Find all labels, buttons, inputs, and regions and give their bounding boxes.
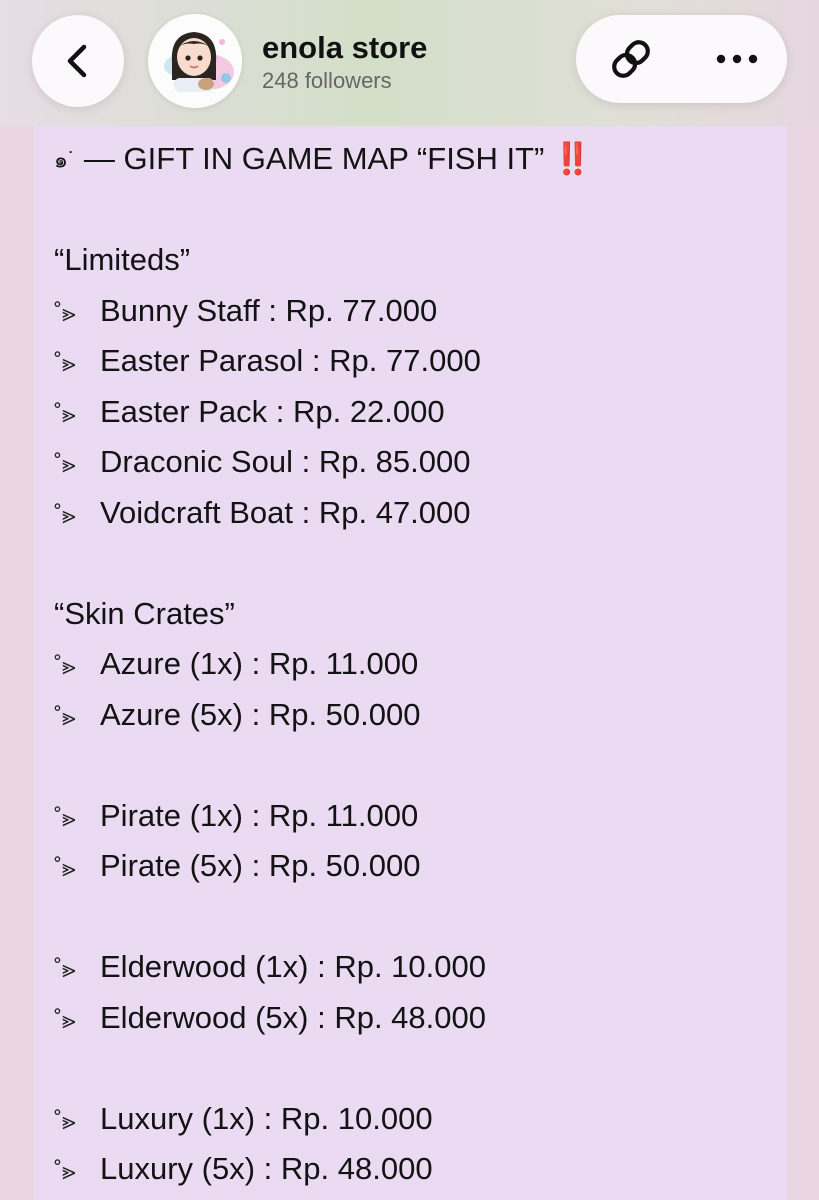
list-item: ˚⪢ Elderwood (5x) : Rp. 48.000 <box>54 993 787 1044</box>
list-item: ˚⪢ Luxury (1x) : Rp. 10.000 <box>54 1094 787 1145</box>
item-text: Azure (5x) : Rp. 50.000 <box>100 696 421 732</box>
item-text: Easter Parasol : Rp. 77.000 <box>100 343 481 378</box>
list-item: ˚⪢ Easter Pack : Rp. 22.000 <box>54 387 787 438</box>
list-item: ˚⪢ Azure (5x) : Rp. 50.000 <box>54 690 787 741</box>
bullet-icon: ˚⪢ <box>54 653 76 680</box>
back-button[interactable] <box>32 15 124 107</box>
item-text: Luxury (1x) : Rp. 10.000 <box>100 1100 433 1136</box>
item-text: Azure (1x) : Rp. 11.000 <box>100 646 419 681</box>
channel-name[interactable]: enola store <box>262 30 427 66</box>
bullet-icon: ˚⪢ <box>54 1006 76 1034</box>
bullet-icon: ˚⪢ <box>54 299 76 327</box>
post-title-text: — GIFT IN GAME MAP “FISH IT” ‼️ <box>83 141 592 176</box>
list-item: ˚⪢ Pirate (1x) : Rp. 11.000 <box>54 791 787 842</box>
chevron-left-icon <box>67 44 87 78</box>
bullet-icon: ˚⪢ <box>54 1107 76 1135</box>
background-left <box>0 126 34 1200</box>
item-text: Bunny Staff : Rp. 77.000 <box>100 292 438 328</box>
more-horizontal-icon <box>716 54 758 64</box>
item-text: Pirate (1x) : Rp. 11.000 <box>100 797 419 833</box>
bullet-icon: ˚⪢ <box>54 400 76 428</box>
share-link-button[interactable] <box>586 19 676 99</box>
item-text: Elderwood (5x) : Rp. 48.000 <box>100 999 486 1035</box>
more-options-button[interactable] <box>692 19 782 99</box>
item-text: Voidcraft Boat : Rp. 47.000 <box>100 494 471 530</box>
list-item: ˚⪢ Pirate (5x) : Rp. 50.000 <box>54 841 787 892</box>
bullet-icon: ˚⪢ <box>54 350 76 377</box>
section-heading: “Skin Crates” <box>54 595 235 631</box>
link-icon <box>612 40 650 78</box>
list-item: ˚⪢ Azure (1x) : Rp. 11.000 <box>54 639 787 690</box>
item-text: Elderwood (1x) : Rp. 10.000 <box>100 949 486 984</box>
bullet-icon: ˚⪢ <box>54 501 76 529</box>
message-bubble: ๑˙ — GIFT IN GAME MAP “FISH IT” ‼️ “Limi… <box>34 126 787 1200</box>
bullet-icon: ˚⪢ <box>54 855 76 882</box>
background-right <box>787 126 819 1200</box>
channel-avatar[interactable] <box>148 14 242 108</box>
list-item: ˚⪢ Voidcraft Boat : Rp. 47.000 <box>54 488 787 539</box>
post-title: ๑˙ — GIFT IN GAME MAP “FISH IT” ‼️ <box>54 134 787 185</box>
item-text: Easter Pack : Rp. 22.000 <box>100 393 445 429</box>
title-prefix: ๑˙ <box>54 147 76 173</box>
bullet-icon: ˚⪢ <box>54 703 76 731</box>
action-pill <box>576 15 787 103</box>
item-text: Pirate (5x) : Rp. 50.000 <box>100 848 421 883</box>
list-item: ˚⪢ Easter Parasol : Rp. 77.000 <box>54 336 787 387</box>
list-item: ˚⪢ Draconic Soul : Rp. 85.000 <box>54 437 787 488</box>
bullet-icon: ˚⪢ <box>54 956 76 983</box>
list-item: ˚⪢ Bunny Staff : Rp. 77.000 <box>54 286 787 337</box>
item-text: Luxury (5x) : Rp. 48.000 <box>100 1151 433 1186</box>
avatar-image <box>148 14 242 108</box>
list-item: ˚⪢ Elderwood (1x) : Rp. 10.000 <box>54 942 787 993</box>
bullet-icon: ˚⪢ <box>54 804 76 832</box>
item-text: Draconic Soul : Rp. 85.000 <box>100 444 471 479</box>
section-heading: “Limiteds” <box>54 242 191 277</box>
bullet-icon: ˚⪢ <box>54 1158 76 1185</box>
bullet-icon: ˚⪢ <box>54 451 76 478</box>
followers-count: 248 followers <box>262 68 392 93</box>
list-item: ˚⪢ Luxury (5x) : Rp. 48.000 <box>54 1144 787 1195</box>
